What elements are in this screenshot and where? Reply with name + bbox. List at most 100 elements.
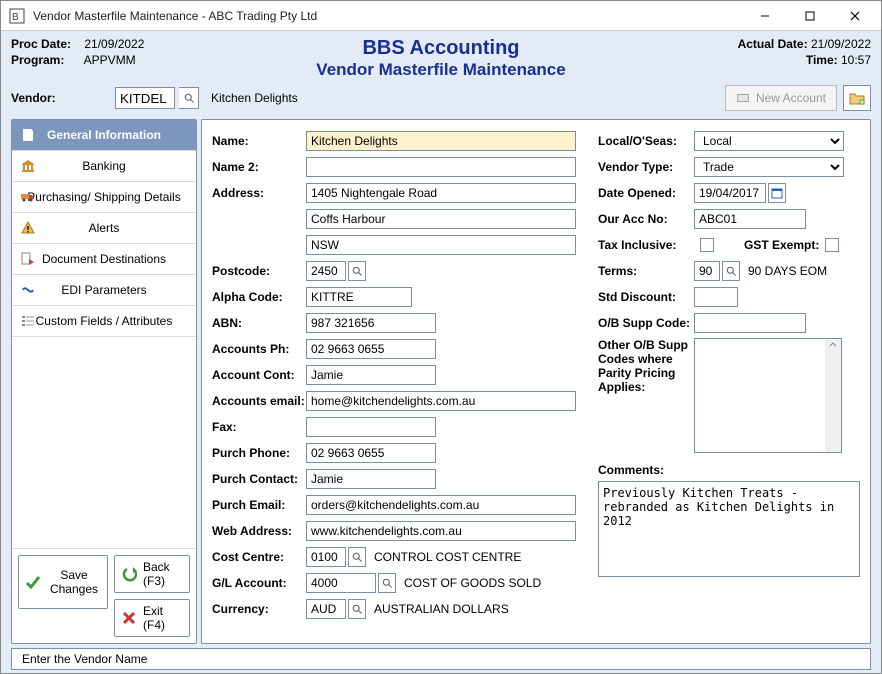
vendor-search-button[interactable] — [179, 87, 199, 109]
acct-cont-input[interactable] — [306, 365, 436, 385]
scrollbar[interactable] — [825, 339, 841, 452]
local-select[interactable]: Local — [694, 131, 844, 151]
exit-icon — [121, 610, 137, 626]
vendor-type-select[interactable]: Trade — [694, 157, 844, 177]
gl-search-button[interactable] — [378, 573, 396, 593]
currency-label: Currency: — [212, 602, 306, 616]
exit-button[interactable]: Exit (F4) — [114, 599, 190, 637]
main-panel: Name: Name 2: Address: Postcode: Alpha C… — [201, 119, 871, 644]
vendor-label: Vendor: — [11, 91, 111, 105]
purch-cont-input[interactable] — [306, 469, 436, 489]
name-input[interactable] — [306, 131, 576, 151]
folder-add-button[interactable] — [843, 85, 871, 111]
date-opened-input[interactable] — [694, 183, 766, 203]
maximize-button[interactable] — [787, 2, 832, 30]
sidebar-item-purchasing-shipping[interactable]: Purchasing/ Shipping Details — [12, 182, 196, 213]
abn-input[interactable] — [306, 313, 436, 333]
sidebar-item-label: Banking — [82, 159, 125, 173]
name2-label: Name 2: — [212, 160, 306, 174]
purch-email-label: Purch Email: — [212, 498, 306, 512]
sidebar-item-general-information[interactable]: General Information — [12, 120, 196, 151]
sidebar-item-label: General Information — [47, 128, 161, 142]
addr1-input[interactable] — [306, 183, 576, 203]
our-acc-label: Our Acc No: — [598, 212, 694, 226]
currency-search-button[interactable] — [348, 599, 366, 619]
tax-inclusive-checkbox[interactable] — [700, 238, 714, 252]
postcode-input[interactable] — [306, 261, 346, 281]
info-icon — [20, 127, 36, 143]
std-disc-label: Std Discount: — [598, 290, 694, 304]
back-button[interactable]: Back (F3) — [114, 555, 190, 593]
currency-name: AUSTRALIAN DOLLARS — [374, 602, 509, 616]
vendor-selector-row: Vendor: Kitchen Delights New Account — [1, 81, 881, 117]
date-opened-calendar-button[interactable] — [768, 183, 786, 203]
gst-exempt-label: GST Exempt: — [744, 238, 819, 252]
program-label: Program: — [11, 53, 81, 67]
other-ob-codes-list[interactable] — [694, 338, 842, 453]
gl-name: COST OF GOODS SOLD — [404, 576, 541, 590]
acct-ph-input[interactable] — [306, 339, 436, 359]
terms-search-button[interactable] — [722, 261, 740, 281]
edi-icon — [20, 282, 36, 298]
bank-icon — [20, 158, 36, 174]
web-label: Web Address: — [212, 524, 306, 538]
vendor-code-input[interactable] — [115, 87, 175, 109]
cost-centre-label: Cost Centre: — [212, 550, 306, 564]
chevron-up-icon — [828, 339, 838, 349]
abn-label: ABN: — [212, 316, 306, 330]
web-input[interactable] — [306, 521, 576, 541]
cost-centre-input[interactable] — [306, 547, 346, 567]
date-opened-label: Date Opened: — [598, 186, 694, 200]
check-icon — [25, 574, 41, 590]
minimize-button[interactable] — [742, 2, 787, 30]
name2-input[interactable] — [306, 157, 576, 177]
svg-text:B: B — [12, 12, 19, 23]
our-acc-input[interactable] — [694, 209, 806, 229]
sidebar-item-document-destinations[interactable]: Document Destinations — [12, 244, 196, 275]
new-account-button[interactable]: New Account — [725, 85, 837, 111]
sidebar-item-custom-fields[interactable]: Custom Fields / Attributes — [12, 306, 196, 337]
terms-input[interactable] — [694, 261, 720, 281]
alpha-input[interactable] — [306, 287, 412, 307]
save-changes-button[interactable]: Save Changes — [18, 555, 108, 609]
gl-input[interactable] — [306, 573, 376, 593]
comments-textarea[interactable] — [598, 481, 860, 577]
addr3-input[interactable] — [306, 235, 576, 255]
postcode-search-button[interactable] — [348, 261, 366, 281]
gst-exempt-checkbox[interactable] — [825, 238, 839, 252]
purch-email-input[interactable] — [306, 495, 576, 515]
ob-supp-input[interactable] — [694, 313, 806, 333]
name-label: Name: — [212, 134, 306, 148]
acct-email-input[interactable] — [306, 391, 576, 411]
app-icon: B — [9, 8, 25, 24]
fax-input[interactable] — [306, 417, 436, 437]
acct-email-label: Accounts email: — [212, 394, 306, 408]
address-label: Address: — [212, 186, 306, 200]
save-changes-label: Save Changes — [47, 568, 101, 596]
sidebar: General Information Banking Purchasing/ … — [11, 119, 197, 644]
std-disc-input[interactable] — [694, 287, 738, 307]
postcode-label: Postcode: — [212, 264, 306, 278]
proc-date-value: 21/09/2022 — [84, 37, 144, 51]
time-value: 10:57 — [841, 53, 871, 67]
gl-label: G/L Account: — [212, 576, 306, 590]
title-bar: B Vendor Masterfile Maintenance - ABC Tr… — [1, 1, 881, 31]
addr2-input[interactable] — [306, 209, 576, 229]
sidebar-item-banking[interactable]: Banking — [12, 151, 196, 182]
cost-centre-name: CONTROL COST CENTRE — [374, 550, 521, 564]
close-button[interactable] — [832, 2, 877, 30]
new-account-label: New Account — [756, 91, 826, 105]
currency-input[interactable] — [306, 599, 346, 619]
sidebar-item-label: Custom Fields / Attributes — [36, 314, 173, 328]
list-icon — [20, 313, 36, 329]
purch-ph-label: Purch Phone: — [212, 446, 306, 460]
sidebar-item-alerts[interactable]: Alerts — [12, 213, 196, 244]
ob-supp-label: O/B Supp Code: — [598, 316, 694, 330]
alert-icon — [20, 220, 36, 236]
sidebar-item-edi-parameters[interactable]: EDI Parameters — [12, 275, 196, 306]
acct-cont-label: Account Cont: — [212, 368, 306, 382]
vendor-type-label: Vendor Type: — [598, 160, 694, 174]
purch-ph-input[interactable] — [306, 443, 436, 463]
window-title: Vendor Masterfile Maintenance - ABC Trad… — [33, 9, 742, 23]
cost-centre-search-button[interactable] — [348, 547, 366, 567]
